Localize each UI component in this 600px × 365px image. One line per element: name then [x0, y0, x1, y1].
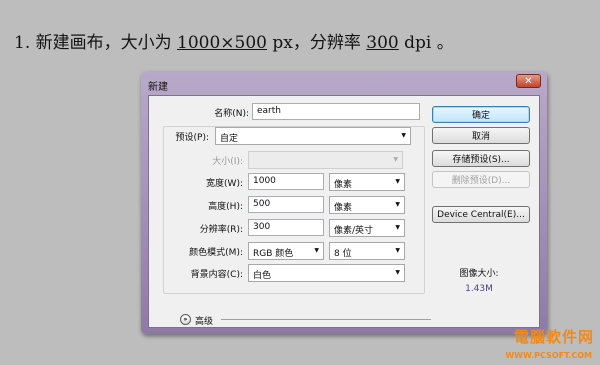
- resolution-input[interactable]: 300: [248, 219, 324, 236]
- resolution-unit-select[interactable]: 像素/英寸: [329, 219, 405, 237]
- save-preset-button[interactable]: 存储预设(S)...: [432, 150, 530, 167]
- advanced-divider: [221, 319, 431, 320]
- delete-preset-button[interactable]: 删除预设(D)...: [432, 171, 530, 188]
- handwritten-instruction: 1. 新建画布，大小为 1000×500 px，分辨率 300 dpi 。: [14, 28, 454, 53]
- note-resolution: 300: [366, 33, 399, 53]
- color-mode-select[interactable]: RGB 颜色: [248, 242, 324, 260]
- name-label: 名称(N):: [214, 109, 249, 119]
- watermark-url: WWW.PCSOFT.COM: [505, 351, 592, 360]
- close-button[interactable]: ✕: [516, 74, 541, 88]
- width-label: 宽度(W):: [206, 179, 243, 189]
- image-size-label: 图像大小:: [459, 269, 499, 279]
- note-prefix: 1. 新建画布，大小为: [14, 33, 178, 53]
- preset-select[interactable]: 自定: [215, 127, 411, 145]
- dialog-title: 新建: [148, 82, 168, 93]
- new-document-dialog: 新建 ✕ 名称(N): earth 预设(P): 自定 大小(I): 宽度(W)…: [141, 72, 547, 334]
- note-suffix: dpi 。: [398, 33, 454, 53]
- resolution-label: 分辨率(R):: [199, 225, 243, 235]
- image-size-value: 1.43M: [465, 284, 493, 294]
- background-label: 背景内容(C):: [190, 270, 243, 280]
- color-mode-label: 颜色模式(M):: [189, 248, 243, 258]
- chevron-double-down-icon[interactable]: »: [180, 314, 191, 325]
- height-input[interactable]: 500: [248, 196, 324, 213]
- preset-label: 预设(P):: [175, 133, 209, 143]
- name-input[interactable]: earth: [252, 103, 420, 120]
- bit-depth-select[interactable]: 8 位: [329, 242, 405, 260]
- cancel-button[interactable]: 取消: [432, 127, 530, 144]
- watermark-logo: 電腦軟件网: [513, 328, 594, 346]
- ok-button[interactable]: 确定: [432, 106, 530, 123]
- dialog-body: 名称(N): earth 预设(P): 自定 大小(I): 宽度(W): 100…: [148, 95, 540, 328]
- device-central-button[interactable]: Device Central(E)...: [432, 206, 530, 223]
- height-unit-select[interactable]: 像素: [329, 196, 405, 214]
- size-label: 大小(I):: [212, 157, 243, 167]
- size-select[interactable]: [248, 151, 403, 169]
- advanced-label[interactable]: 高级: [195, 314, 213, 327]
- background-select[interactable]: 白色: [248, 264, 405, 282]
- height-label: 高度(H):: [208, 202, 243, 212]
- width-unit-select[interactable]: 像素: [329, 173, 405, 191]
- close-icon: ✕: [524, 75, 533, 87]
- note-size: 1000×500: [177, 33, 267, 53]
- width-input[interactable]: 1000: [248, 173, 324, 190]
- note-mid: px，分辨率: [267, 33, 367, 53]
